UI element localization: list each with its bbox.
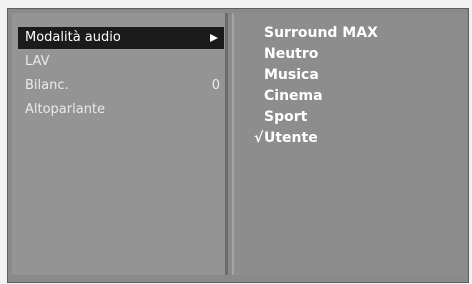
option-musica[interactable]: Musica [264,65,319,86]
menu-item-label: Altoparlante [25,102,106,117]
option-neutro[interactable]: Neutro [264,44,318,65]
check-icon: √ [254,130,264,146]
menu-item-bilanc[interactable]: Bilanc. 0 [18,75,224,97]
menu-item-label: Modalità audio [25,30,121,45]
menu-item-altoparlante[interactable]: Altoparlante [18,99,224,121]
balance-value: 0 [211,78,220,93]
option-sport[interactable]: Sport [264,107,307,128]
left-menu-panel: Modalità audio LAV Bilanc. 0 Altoparlant… [12,13,228,275]
menu-item-label: Bilanc. [25,78,69,93]
menu-item-modalita-audio[interactable]: Modalità audio [18,27,224,49]
option-surround-max[interactable]: Surround MAX [264,23,378,44]
audio-settings-menu: Modalità audio LAV Bilanc. 0 Altoparlant… [7,8,469,283]
option-cinema[interactable]: Cinema [264,86,323,107]
option-utente[interactable]: Utente [264,128,318,149]
menu-item-lav[interactable]: LAV [18,51,224,73]
arrow-right-icon [210,34,218,42]
submenu-panel: Surround MAX Neutro Musica Cinema Sport … [232,13,466,275]
menu-item-label: LAV [25,54,50,69]
